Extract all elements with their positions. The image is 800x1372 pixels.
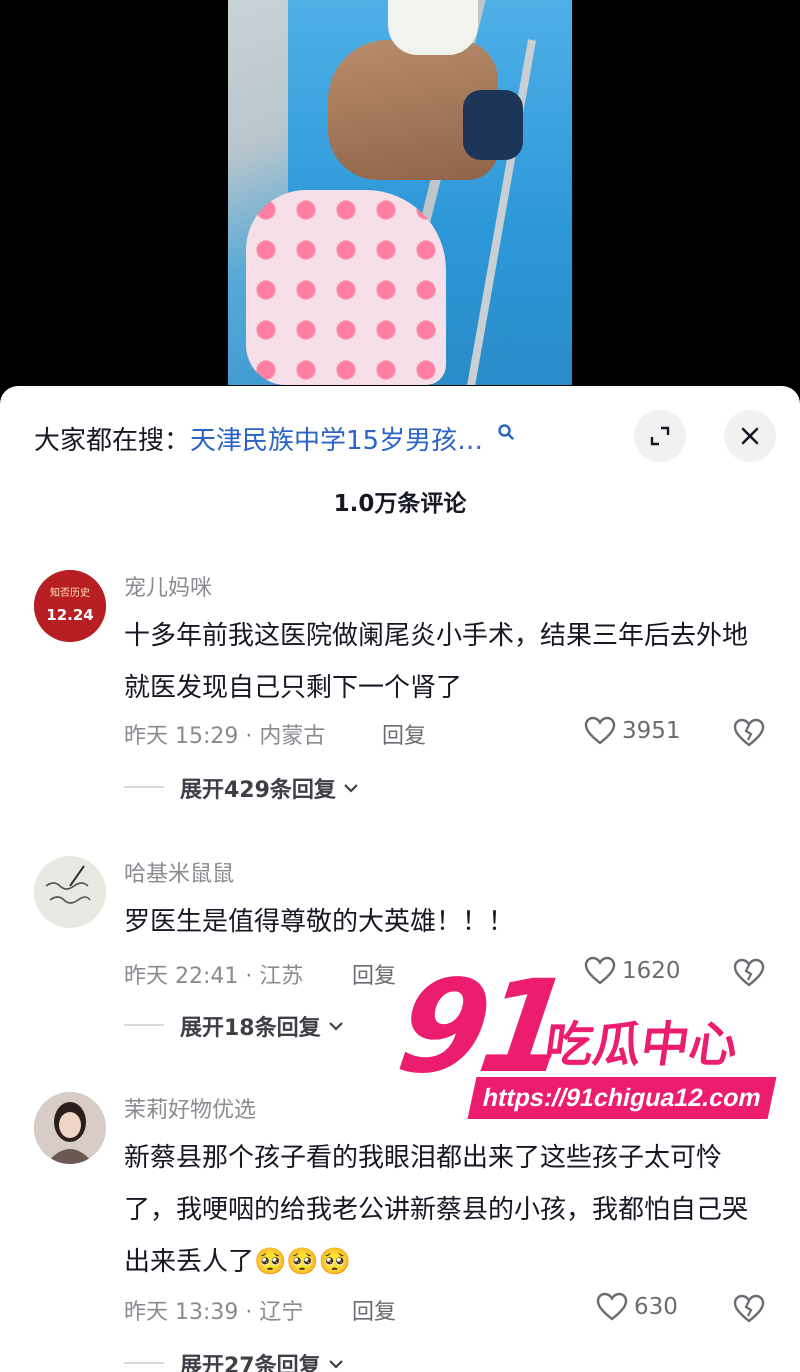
video-frame [228, 0, 572, 385]
avatar[interactable]: 知否历史 12.24 [34, 570, 106, 642]
reply-button[interactable]: 回复 [352, 1294, 396, 1326]
chevron-down-icon [328, 1360, 343, 1369]
heart-icon [584, 956, 616, 985]
video-player[interactable] [0, 0, 800, 400]
avatar[interactable] [34, 856, 106, 928]
search-suggestion[interactable]: 大家都在搜： 天津民族中学15岁男孩… [34, 408, 594, 468]
like-button[interactable]: 3951 [584, 716, 681, 746]
video-heart-sticker-mosaic [246, 190, 446, 385]
expand-replies-label: 展开429条回复 [180, 778, 336, 803]
video-blood-pressure-cuff [463, 90, 523, 160]
expand-divider [124, 1024, 164, 1026]
expand-icon [650, 426, 670, 446]
comment-time-location: 昨天 15:29 · 内蒙古 [124, 724, 326, 749]
broken-heart-icon[interactable] [733, 1293, 765, 1325]
like-button[interactable]: 630 [596, 1292, 678, 1322]
chevron-down-icon [344, 784, 358, 793]
search-term-link[interactable]: 天津民族中学15岁男孩… [190, 420, 483, 457]
expand-replies-label: 展开18条回复 [180, 1016, 321, 1041]
comment-text: 新蔡县那个孩子看的我眼泪都出来了这些孩子太可怜了，我哽咽的给我老公讲新蔡县的小孩… [124, 1143, 749, 1277]
avatar[interactable] [34, 1092, 106, 1164]
close-icon [741, 427, 759, 445]
avatar-handwriting-graphic [34, 856, 106, 928]
expand-divider [124, 786, 164, 788]
comment-time-location: 昨天 22:41 · 江苏 [124, 964, 304, 989]
avatar-badge-date: 12.24 [46, 606, 93, 624]
avatar-badge-title: 知否历史 [50, 586, 90, 599]
expand-replies-button[interactable]: 展开18条回复 [124, 1010, 345, 1042]
comment-username[interactable]: 宠儿妈咪 [124, 570, 212, 602]
like-count: 3951 [622, 718, 681, 744]
expand-replies-button[interactable]: 展开429条回复 [124, 772, 360, 804]
reply-button[interactable]: 回复 [382, 718, 426, 750]
video-neck-collar [388, 0, 478, 55]
comment-count: 1.0万条评论 [333, 491, 467, 517]
comment-username[interactable]: 哈基米鼠鼠 [124, 856, 234, 888]
broken-heart-icon[interactable] [733, 957, 765, 989]
comment-text: 罗医生是值得尊敬的大英雄！！！ [124, 907, 515, 937]
search-prefix: 大家都在搜： [34, 425, 191, 456]
comment-username[interactable]: 茉莉好物优选 [124, 1092, 256, 1124]
avatar-portrait-graphic [34, 1092, 106, 1164]
expand-replies-button[interactable]: 展开27条回复 [124, 1348, 345, 1372]
like-count: 630 [634, 1294, 678, 1320]
comment-time-location: 昨天 13:39 · 辽宁 [124, 1300, 304, 1325]
reply-button[interactable]: 回复 [352, 958, 396, 990]
search-icon[interactable] [497, 423, 515, 441]
like-button[interactable]: 1620 [584, 956, 681, 986]
broken-heart-icon[interactable] [733, 717, 765, 749]
comment-text: 十多年前我这医院做阑尾炎小手术，结果三年后去外地就医发现自己只剩下一个肾了 [124, 621, 749, 703]
heart-icon [596, 1292, 628, 1321]
chevron-down-icon [328, 1022, 343, 1031]
expand-divider [124, 1362, 164, 1364]
fullscreen-button[interactable] [634, 410, 686, 462]
avatar-badge-graphic: 知否历史 12.24 [34, 570, 106, 642]
heart-icon [584, 716, 616, 745]
close-button[interactable] [724, 410, 776, 462]
expand-replies-label: 展开27条回复 [180, 1354, 321, 1372]
like-count: 1620 [622, 958, 681, 984]
comment-sheet: 大家都在搜： 天津民族中学15岁男孩… 1.0万条评论 知否历史 12.24 宠… [0, 386, 800, 1372]
